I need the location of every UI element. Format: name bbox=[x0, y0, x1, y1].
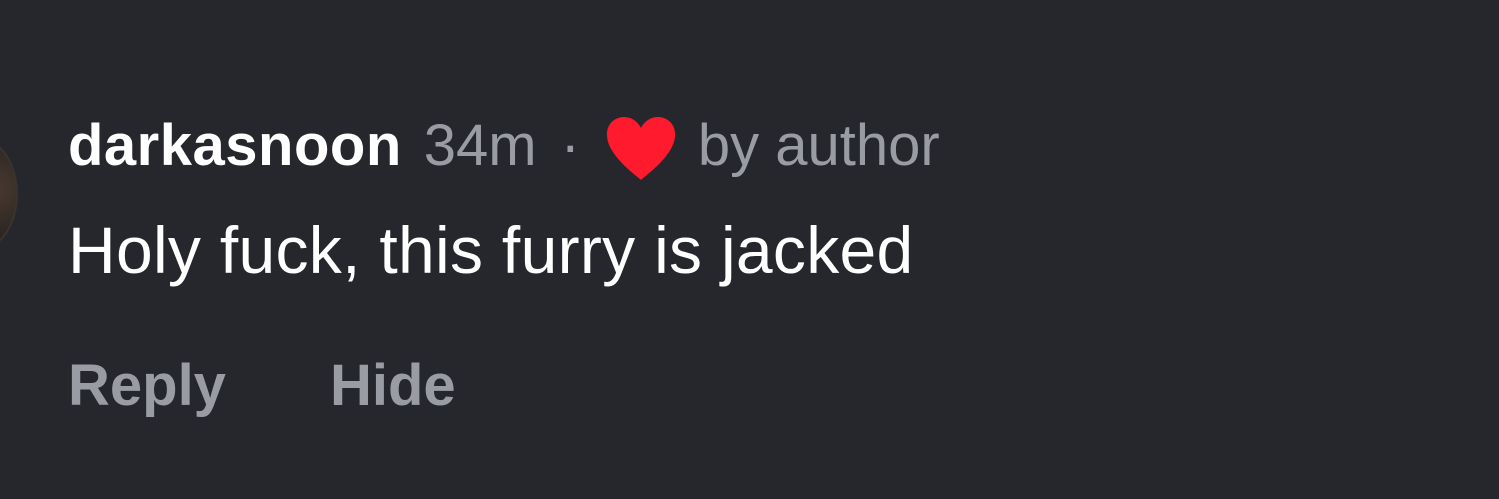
liked-by-author-label: by author bbox=[697, 112, 940, 178]
reply-button[interactable]: Reply bbox=[68, 352, 226, 419]
heart-icon bbox=[604, 116, 678, 182]
comment-text: Holy fuck, this furry is jacked bbox=[68, 213, 914, 287]
comment-meta: darkasnoon 34m · by author bbox=[68, 108, 940, 182]
comment: darkasnoon 34m · by author Holy fuck, th… bbox=[68, 108, 940, 419]
comment-timestamp: 34m bbox=[423, 112, 537, 178]
comment-actions: Reply Hide bbox=[68, 352, 940, 419]
avatar[interactable] bbox=[0, 138, 18, 250]
hide-button[interactable]: Hide bbox=[330, 352, 456, 419]
comment-screen: darkasnoon 34m · by author Holy fuck, th… bbox=[0, 0, 1499, 499]
comment-username[interactable]: darkasnoon bbox=[68, 112, 402, 179]
meta-separator: · bbox=[560, 112, 580, 178]
